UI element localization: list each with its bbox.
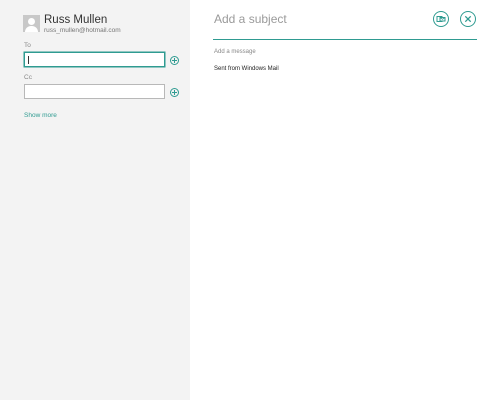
close-button[interactable] <box>460 11 476 27</box>
subject-field[interactable]: Add a subject <box>214 12 287 26</box>
avatar-shoulders <box>25 26 38 32</box>
account-name: Russ Mullen <box>44 14 108 26</box>
to-field[interactable] <box>24 52 165 67</box>
avatar <box>23 15 40 32</box>
add-contact-icon <box>172 90 177 95</box>
add-to-contact-button[interactable] <box>170 56 179 65</box>
account-header: Russ Mullen russ_mullen@hotmail.com <box>23 14 183 36</box>
send-button[interactable] <box>433 11 449 27</box>
add-cc-contact-button[interactable] <box>170 88 179 97</box>
compose-pane <box>190 0 500 400</box>
signature-text: Sent from Windows Mail <box>214 66 279 72</box>
cc-field[interactable] <box>24 84 165 99</box>
close-icon <box>464 15 472 23</box>
subject-underline <box>213 39 477 40</box>
add-contact-icon <box>172 58 177 63</box>
to-label: To <box>24 42 31 49</box>
cc-label: Cc <box>24 74 32 81</box>
send-icon <box>436 16 446 22</box>
account-email: russ_mullen@hotmail.com <box>44 27 121 34</box>
text-caret <box>28 56 29 64</box>
avatar-head <box>28 18 35 25</box>
message-body-field[interactable]: Add a message <box>214 49 256 55</box>
show-more-link[interactable]: Show more <box>24 112 57 119</box>
